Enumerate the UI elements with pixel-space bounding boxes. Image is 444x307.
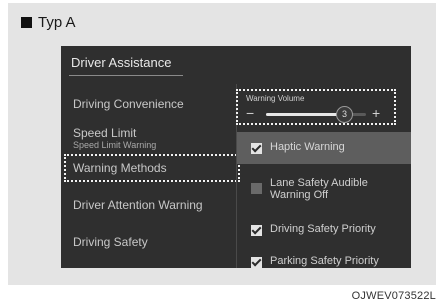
volume-plus-button[interactable]: + [372,105,380,121]
menu-item-sublabel: Speed Limit Warning [73,140,157,150]
volume-slider-fill [266,113,344,116]
option-parking-safety-priority[interactable]: Parking Safety Priority [237,255,411,268]
warning-methods-highlight [64,154,240,182]
figure-caption: OJWEV073522L [351,290,436,302]
type-header: Typ A [21,14,76,31]
menu-item-speed-limit[interactable]: Speed Limit Speed Limit Warning [73,126,156,150]
checkbox[interactable] [251,143,262,154]
option-label: Lane Safety Audible Warning Off [270,177,368,201]
volume-slider[interactable]: 3 [266,106,366,123]
checkbox[interactable] [251,257,262,268]
warning-volume-label: Warning Volume [246,94,305,103]
menu-item-driving-safety[interactable]: Driving Safety [73,235,148,249]
menu-item-driving-convenience[interactable]: Driving Convenience [73,97,184,111]
screen-title: Driver Assistance [71,55,172,70]
checkbox[interactable] [251,183,262,194]
menu-item-label: Driver Attention Warning [73,198,203,212]
warning-volume-control: Warning Volume − 3 + [236,89,396,125]
menu-item-label: Speed Limit [73,126,137,140]
menu-item-label: Driving Safety [73,235,148,249]
figure-frame: Typ A Driver Assistance Driving Convenie… [8,3,436,285]
option-driving-safety-priority[interactable]: Driving Safety Priority [237,223,411,236]
option-label: Haptic Warning [270,141,345,153]
option-label: Driving Safety Priority [270,223,376,235]
menu-item-label: Driving Convenience [73,97,184,111]
option-haptic-warning[interactable]: Haptic Warning [237,132,411,164]
title-divider [69,75,183,76]
checkbox[interactable] [251,225,262,236]
volume-slider-knob[interactable]: 3 [336,106,353,123]
option-label: Parking Safety Priority [270,255,379,267]
square-bullet-icon [21,17,32,28]
volume-minus-button[interactable]: − [246,105,254,121]
menu-item-driver-attention-warning[interactable]: Driver Attention Warning [73,198,203,212]
option-lane-safety-audible-warning-off[interactable]: Lane Safety Audible Warning Off [237,177,411,201]
infotainment-screen: Driver Assistance Driving Convenience Sp… [61,46,411,268]
type-label: Typ A [38,14,76,31]
